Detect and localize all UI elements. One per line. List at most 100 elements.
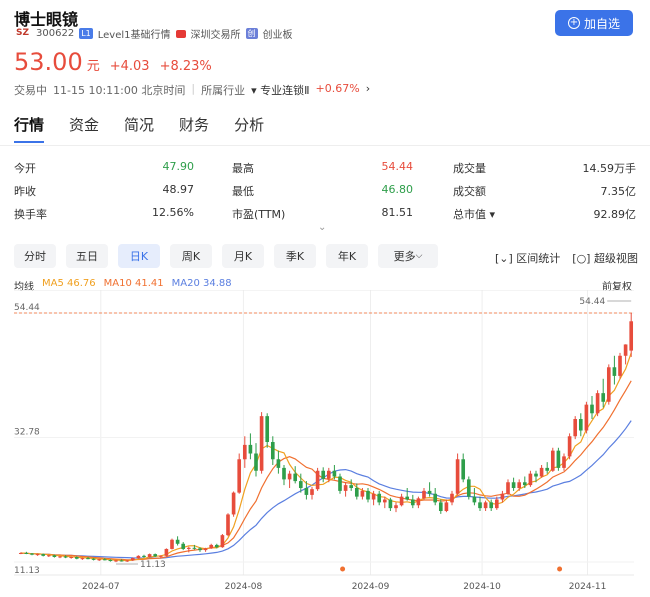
candle-body [298,481,303,489]
stats-row: 今开 47.90 最高 54.44 成交量 14.59万手 [14,156,636,179]
candle-body [545,467,550,471]
stat-label: 换手率 [14,207,47,221]
candle-body [114,560,118,562]
tab-analysis[interactable]: 分析 [234,114,264,135]
add-watchlist-button[interactable]: + 加自选 [555,10,633,36]
period-button[interactable]: 季K [274,244,316,268]
stat-cell: 市盈(TTM) 81.51 [232,206,413,222]
candle-body [158,555,163,557]
period-label: 更多 [393,250,416,263]
candlestick-chart[interactable]: 54.44 32.78 11.13 2024-07 2024-08 2024-09 2024… [0,290,650,597]
tab-funds[interactable]: 资金 [69,114,99,135]
candle-body [573,419,578,437]
candle-body [410,499,415,506]
chevron-down-icon: ⌵ [415,251,423,261]
candle-body [534,473,538,477]
candle-body [483,502,488,509]
candle-body [366,490,370,500]
chevron-right-icon[interactable]: › [366,82,370,98]
period-button[interactable]: 分时 [14,244,56,268]
candle-body [326,470,331,479]
period-label: 季K [285,250,305,263]
period-button[interactable]: 月K [222,244,264,268]
trade-status-line: 交易中 11-15 10:11:00 北京时间 | 所属行业 ▾ 专业连锁Ⅱ +… [14,82,370,98]
candle-body [618,355,622,376]
event-marker [557,566,563,572]
industry-link[interactable]: ▾ 专业连锁Ⅱ [251,82,309,98]
candle-body [69,556,74,558]
stock-code: 300622 [36,28,75,39]
x-tick-label: 2024-09 [352,582,390,592]
candle-body [494,499,499,509]
candle-body [354,488,359,497]
candle-body [58,556,62,558]
tab-profile[interactable]: 简况 [124,114,154,135]
candle-body [377,493,382,503]
candle-body [343,485,348,491]
candle-body [444,502,449,512]
x-tick-label: 2024-10 [463,582,501,592]
interval-stats-button[interactable]: [⌄] 区间统计 [495,250,560,266]
candle-body [567,436,572,457]
stat-value: 48.97 [162,182,195,196]
candle-body [142,555,146,557]
industry-label: 所属行业 [201,84,246,97]
candle-body [455,459,460,494]
tab-quote[interactable]: 行情 [14,114,45,143]
period-label: 月K [233,250,253,263]
candle-body [349,485,354,489]
event-marker [340,566,346,572]
stat-label: 成交额 [453,184,486,198]
stat-label: 最高 [232,161,254,175]
ma10-line [20,380,632,561]
stat-cell: 今开 47.90 [14,160,194,176]
candle-body [522,482,527,486]
candle-body [310,489,314,495]
period-button[interactable]: 五日 [66,244,108,268]
tab-finance[interactable]: 财务 [179,114,209,135]
stat-value: 92.89亿 [593,207,637,221]
candle-body [153,554,158,557]
expand-chevron-icon[interactable]: ⌄ [318,222,326,233]
candle-body [293,473,298,482]
period-label: 周K [181,250,201,263]
stat-label[interactable]: 总市值 ▾ [453,206,495,222]
period-label: 五日 [76,250,98,263]
candle-body [338,476,342,491]
candle-body [287,473,292,480]
candle-body [450,493,454,503]
candle-body [405,496,410,500]
stat-value: 54.44 [381,159,414,173]
stat-label: 市盈(TTM) [232,207,286,221]
candle-body [321,470,326,479]
stat-cell: 总市值 ▾ 92.89亿 [453,206,636,222]
candle-body [500,493,505,500]
candle-body [562,456,566,468]
stat-value: 7.35亿 [600,184,637,198]
y-tick-label: 54.44 [14,303,40,313]
candle-body [606,367,611,402]
candle-body [203,548,208,551]
stat-cell: 最低 46.80 [232,183,413,199]
candle-body [629,321,634,351]
period-button[interactable]: 更多 ⌵ [378,244,438,268]
candle-body [590,404,594,414]
board-name: 创业板 [262,30,293,41]
candle-body [35,554,40,556]
period-button[interactable]: 年K [326,244,368,268]
period-button[interactable]: 周K [170,244,212,268]
quote-stats-grid: 今开 47.90 最高 54.44 成交量 14.59万手 昨收 48.97 最低 46.80 成交… [14,156,636,225]
price-unit: 元 [86,59,100,74]
candle-body [175,539,180,544]
board-badge: 创 [245,28,258,39]
super-view-button[interactable]: [○] 超级视图 [572,250,638,266]
price-change: +4.03 [109,59,150,74]
period-button[interactable]: 日K [118,244,160,268]
candle-body [438,502,443,512]
divider: | [191,82,196,95]
stat-cell: 最高 54.44 [232,160,413,176]
candle-body [214,544,219,548]
x-tick-label: 2024-07 [82,582,120,592]
candle-body [612,367,617,376]
candle-body [595,393,600,414]
